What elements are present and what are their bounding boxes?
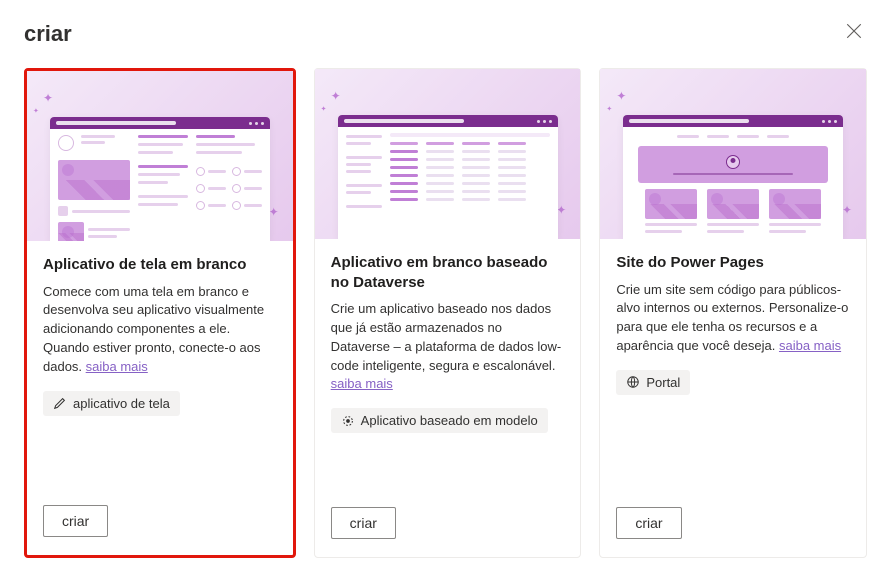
sparkle-icon: ✦ bbox=[269, 205, 279, 219]
close-icon bbox=[845, 22, 863, 40]
card-thumbnail: ✦ ✦ ✦ ✦ bbox=[27, 71, 293, 241]
card-blank-canvas-app[interactable]: ✦ ✦ ✦ ✦ bbox=[24, 68, 296, 558]
sparkle-icon: ✦ bbox=[331, 89, 341, 103]
card-thumbnail: ✦ ✦ ✦ ✦ bbox=[600, 69, 866, 239]
sparkle-icon: ✦ bbox=[321, 105, 327, 113]
sparkle-icon: ✦ bbox=[616, 89, 626, 103]
globe-icon bbox=[626, 375, 640, 389]
mock-window bbox=[623, 115, 843, 239]
learn-more-link[interactable]: saiba mais bbox=[86, 359, 148, 374]
card-dataverse-app[interactable]: ✦ ✦ ✦ ✦ bbox=[314, 68, 582, 558]
card-description: Crie um aplicativo baseado nos dados que… bbox=[331, 300, 565, 394]
sparkle-icon: ✦ bbox=[33, 107, 39, 115]
card-title: Aplicativo em branco baseado no Datavers… bbox=[331, 253, 565, 292]
create-button[interactable]: criar bbox=[331, 507, 396, 539]
card-description: Comece com uma tela em branco e desenvol… bbox=[43, 283, 277, 377]
sparkle-icon: ✦ bbox=[43, 91, 53, 105]
card-power-pages[interactable]: ✦ ✦ ✦ ✦ Site do Power Pages Crie um bbox=[599, 68, 867, 558]
app-type-tag: aplicativo de tela bbox=[43, 391, 180, 416]
card-title: Aplicativo de tela em branco bbox=[43, 255, 277, 275]
create-button[interactable]: criar bbox=[43, 505, 108, 537]
close-button[interactable] bbox=[841, 18, 867, 50]
mock-window bbox=[50, 117, 270, 241]
sparkle-icon: ✦ bbox=[842, 203, 852, 217]
page-title: criar bbox=[24, 21, 72, 47]
sparkle-icon: ✦ bbox=[606, 105, 612, 113]
cards-row: ✦ ✦ ✦ ✦ bbox=[0, 50, 891, 576]
mock-window bbox=[338, 115, 558, 239]
sparkle-icon: ✦ bbox=[556, 203, 566, 217]
create-button[interactable]: criar bbox=[616, 507, 681, 539]
learn-more-link[interactable]: saiba mais bbox=[331, 376, 393, 391]
learn-more-link[interactable]: saiba mais bbox=[779, 338, 841, 353]
app-type-tag: Portal bbox=[616, 370, 690, 395]
card-thumbnail: ✦ ✦ ✦ ✦ bbox=[315, 69, 581, 239]
app-type-tag: Aplicativo baseado em modelo bbox=[331, 408, 548, 433]
model-driven-icon bbox=[341, 414, 355, 428]
card-description: Crie um site sem código para públicos-al… bbox=[616, 281, 850, 356]
pencil-icon bbox=[53, 396, 67, 410]
card-title: Site do Power Pages bbox=[616, 253, 850, 273]
